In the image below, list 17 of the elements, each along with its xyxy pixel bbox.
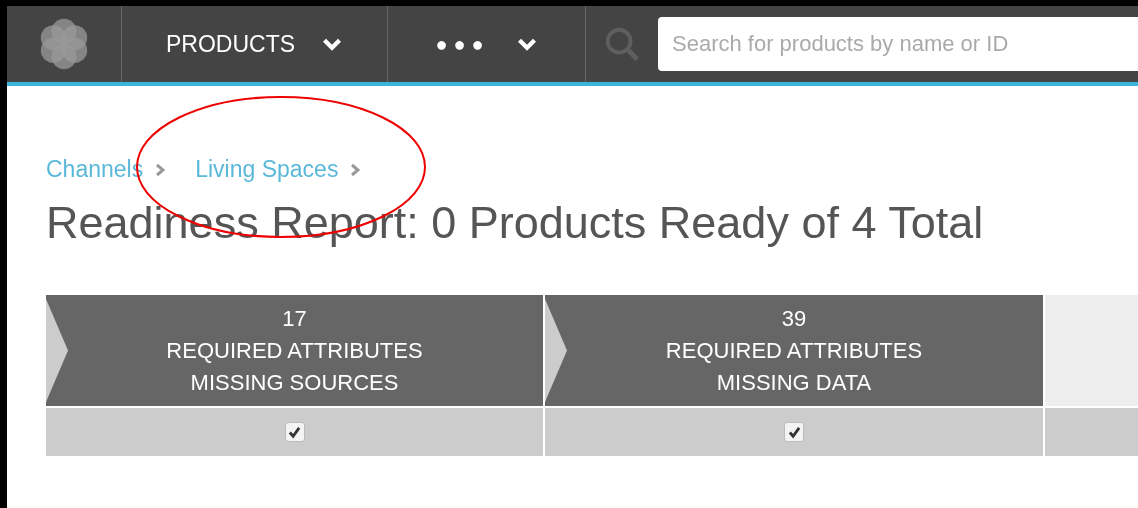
stage-label: MISSING DATA [716,368,872,397]
stage-label: REQUIRED ATTRIBUTES [166,336,423,365]
chevron-right-icon [155,162,166,177]
chevron-down-icon [321,36,344,52]
chevron-down-icon [515,36,538,52]
stage-label: MISSING SOURCES [190,368,399,397]
nav-menu[interactable]: PRODUCTS [122,6,388,82]
stage-count: 17 [282,304,307,333]
stage-label: REQUIRED ATTRIBUTES [665,336,923,365]
search-field[interactable]: Search for products by name or ID [658,17,1138,71]
nav-menu[interactable]: ●●● [388,6,586,82]
checkbox[interactable] [284,422,305,442]
notch-arrow-icon [545,299,567,402]
chevron-right-icon [350,162,361,177]
notch-arrow-icon [46,299,68,402]
stage-count: 39 [781,304,807,333]
checkbox[interactable] [784,422,804,442]
